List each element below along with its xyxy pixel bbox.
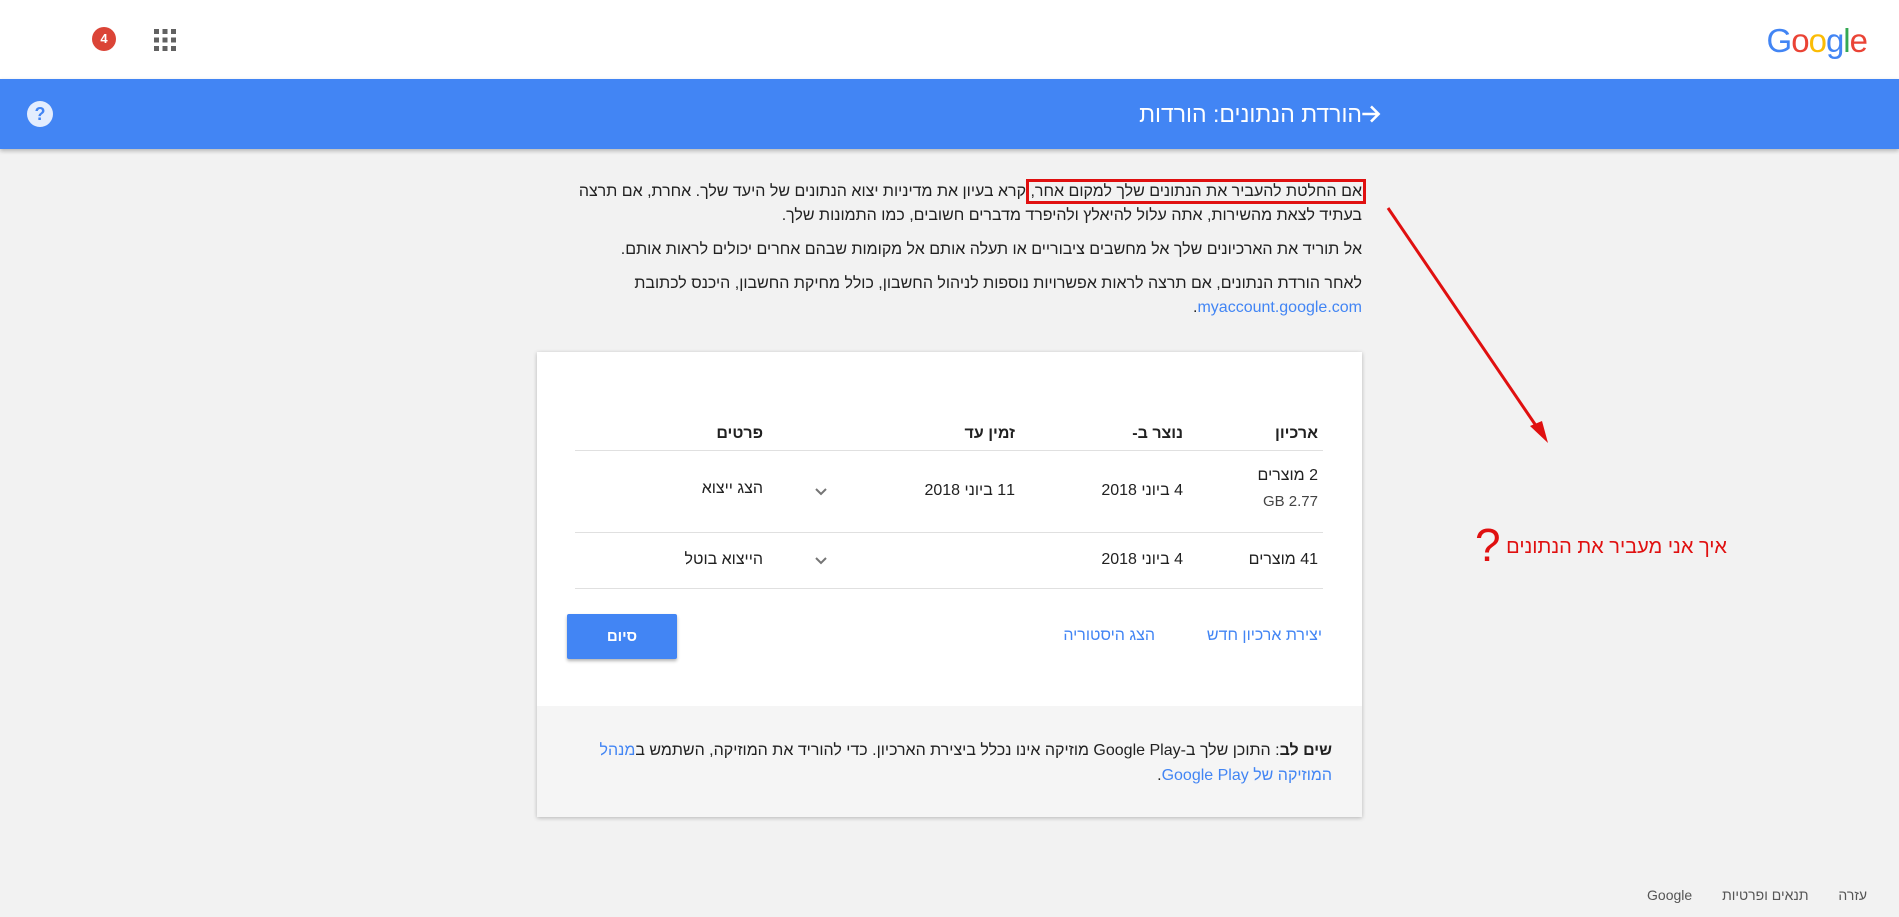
page-title: הורדת הנתונים: הורדות [1139, 101, 1362, 127]
handwritten-annotation: איך אני מעביר את הנתונים ? [1475, 510, 1727, 571]
intro-paragraph-3: לאחר הורדת הנתונים, אם תרצה לראות אפשרוי… [562, 272, 1362, 320]
intro-paragraph-3-text: לאחר הורדת הנתונים, אם תרצה לראות אפשרוי… [634, 275, 1362, 292]
show-export-link[interactable]: הצג ייצוא [702, 480, 763, 498]
chevron-down-icon[interactable] [814, 554, 828, 568]
footer: עזרה תנאים ופרטיות Google [1647, 887, 1867, 903]
export-cancelled-status: הייצוא בוטל [684, 551, 763, 568]
new-archive-link[interactable]: יצירת ארכיון חדש [1207, 627, 1322, 645]
header-created: נוצר ב- [1132, 425, 1183, 442]
archive-products: 2 מוצרים [1257, 467, 1318, 484]
back-arrow-icon[interactable] [1358, 101, 1384, 127]
notice-label: שים לב [1279, 742, 1332, 759]
header-details: פרטים [716, 425, 763, 442]
header-until: זמין עד [964, 425, 1015, 442]
actions-row: סיום יצירת ארכיון חדש הצג היסטוריה [537, 614, 1362, 674]
myaccount-link[interactable]: myaccount.google.com [1197, 299, 1362, 316]
top-bar: Google 4 [0, 0, 1899, 79]
annotation-question-mark: ? [1475, 519, 1501, 571]
annotation-arrow [1386, 207, 1548, 443]
notice-body: : התוכן שלך ב-Google Play מוזיקה אינו נכ… [635, 742, 1280, 759]
archive-size: 2.77 GB [1262, 493, 1318, 510]
footer-google-link[interactable]: Google [1647, 887, 1692, 903]
table-row: 41 מוצרים 4 ביוני 2018 הייצוא בוטל [575, 533, 1323, 589]
archives-card: ארכיון נוצר ב- זמין עד פרטים 2 מוצרים 2.… [537, 352, 1362, 817]
google-logo[interactable]: Google [1767, 22, 1868, 60]
notification-badge[interactable]: 4 [92, 27, 116, 51]
archive-products: 41 מוצרים [1248, 551, 1318, 568]
available-until-date: 11 ביוני 2018 [924, 482, 1015, 499]
done-button[interactable]: סיום [567, 614, 677, 659]
footer-terms-link[interactable]: תנאים ופרטיות [1722, 887, 1808, 903]
apps-grid-icon[interactable] [154, 29, 176, 51]
notice-box: שים לב: התוכן שלך ב-Google Play מוזיקה א… [537, 706, 1362, 817]
created-date: 4 ביוני 2018 [1101, 482, 1183, 499]
table-header: ארכיון נוצר ב- זמין עד פרטים [575, 397, 1323, 451]
footer-help-link[interactable]: עזרה [1838, 887, 1867, 903]
chevron-down-icon[interactable] [814, 485, 828, 499]
highlighted-text: אם החלטת להעביר את הנתונים שלך למקום אחר… [1026, 179, 1366, 204]
intro-paragraph-1: אם החלטת להעביר את הנתונים שלך למקום אחר… [562, 179, 1366, 228]
table-row: 2 מוצרים 2.77 GB 4 ביוני 2018 11 ביוני 2… [575, 451, 1323, 533]
created-date: 4 ביוני 2018 [1101, 551, 1183, 568]
archives-table: ארכיון נוצר ב- זמין עד פרטים 2 מוצרים 2.… [575, 397, 1323, 589]
help-icon[interactable]: ? [27, 101, 53, 127]
annotation-text: איך אני מעביר את הנתונים [1506, 536, 1727, 558]
intro-paragraph-2: אל תוריד את הארכיונים שלך אל מחשבים ציבו… [620, 241, 1362, 258]
header-archive: ארכיון [1275, 425, 1318, 442]
intro-text: אם החלטת להעביר את הנתונים שלך למקום אחר… [562, 179, 1366, 330]
notice-text: שים לב: התוכן שלך ב-Google Play מוזיקה א… [572, 738, 1332, 788]
page-header: ? הורדת הנתונים: הורדות [0, 79, 1899, 149]
show-history-link[interactable]: הצג היסטוריה [1063, 627, 1155, 645]
